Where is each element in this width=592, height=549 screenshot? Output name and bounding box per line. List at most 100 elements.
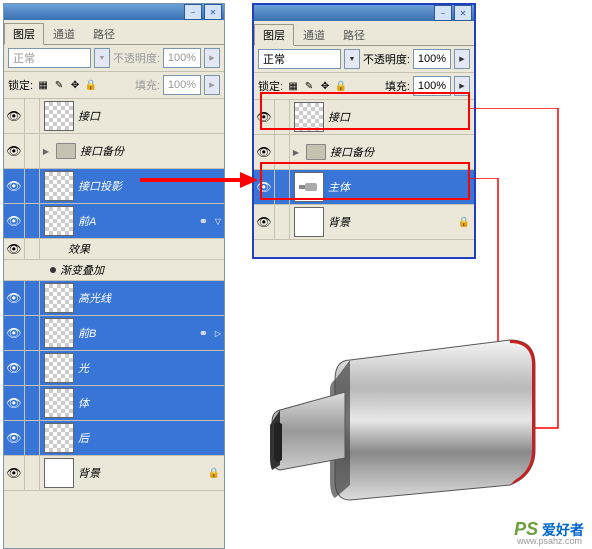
layer-row[interactable]: 👁 高光线 bbox=[4, 281, 224, 316]
lock-paint-icon[interactable]: ✎ bbox=[302, 79, 316, 93]
layer-name[interactable]: 后 bbox=[78, 430, 224, 446]
layer-thumbnail[interactable] bbox=[44, 458, 74, 488]
layer-row[interactable]: 👁 主体 bbox=[254, 170, 474, 205]
layer-name[interactable]: 接口备份 bbox=[330, 144, 474, 160]
lock-move-icon[interactable]: ✥ bbox=[318, 79, 332, 93]
layer-row[interactable]: 👁前B⚭▷ bbox=[4, 316, 224, 351]
opacity-input[interactable]: 100% bbox=[413, 49, 451, 69]
minimize-button[interactable]: − bbox=[184, 4, 202, 20]
fill-input[interactable]: 100% bbox=[413, 76, 451, 96]
close-button[interactable]: ✕ bbox=[204, 4, 222, 20]
layer-row[interactable]: 👁光 bbox=[4, 351, 224, 386]
layer-thumbnail[interactable] bbox=[294, 207, 324, 237]
opacity-input[interactable]: 100% bbox=[163, 48, 201, 68]
fill-input[interactable]: 100% bbox=[163, 75, 201, 95]
layer-name[interactable]: 接口 bbox=[328, 109, 474, 125]
link-cell bbox=[25, 99, 40, 133]
layer-row[interactable]: 👁 接口 bbox=[4, 99, 224, 134]
layer-thumbnail[interactable] bbox=[44, 353, 74, 383]
fill-flyout-icon[interactable]: ▶ bbox=[204, 75, 220, 95]
lock-all-icon[interactable]: 🔒 bbox=[334, 79, 348, 93]
visibility-toggle[interactable]: 👁 bbox=[4, 351, 25, 385]
layer-row[interactable]: 👁 接口投影 bbox=[4, 169, 224, 204]
visibility-toggle[interactable]: 👁 bbox=[254, 205, 275, 239]
effects-triangle-icon[interactable]: ▽ bbox=[212, 217, 224, 226]
link-cell bbox=[25, 239, 40, 259]
layer-thumbnail[interactable] bbox=[44, 171, 74, 201]
layer-name[interactable]: 体 bbox=[78, 395, 224, 411]
lock-paint-icon[interactable]: ✎ bbox=[52, 78, 66, 92]
layer-name[interactable]: 接口备份 bbox=[80, 143, 224, 159]
lock-transparency-icon[interactable]: ▦ bbox=[36, 78, 50, 92]
layer-row[interactable]: 👁背景🔒 bbox=[254, 205, 474, 240]
link-cell bbox=[25, 281, 40, 315]
tab-paths[interactable]: 路径 bbox=[334, 24, 374, 45]
layer-row[interactable]: 👁后 bbox=[4, 421, 224, 456]
layer-thumbnail[interactable] bbox=[294, 102, 324, 132]
layer-thumbnail[interactable] bbox=[44, 206, 74, 236]
layer-name[interactable]: 接口 bbox=[78, 108, 224, 124]
effects-row[interactable]: 👁效果 bbox=[4, 239, 224, 260]
tab-paths[interactable]: 路径 bbox=[84, 23, 124, 44]
visibility-toggle[interactable]: 👁 bbox=[4, 421, 25, 455]
opacity-flyout-icon[interactable]: ▶ bbox=[204, 48, 220, 68]
visibility-toggle[interactable]: 👁 bbox=[4, 281, 25, 315]
lock-all-icon[interactable]: 🔒 bbox=[84, 78, 98, 92]
visibility-toggle[interactable]: 👁 bbox=[4, 134, 25, 168]
lock-move-icon[interactable]: ✥ bbox=[68, 78, 82, 92]
visibility-toggle[interactable]: 👁 bbox=[4, 204, 25, 238]
visibility-toggle[interactable]: 👁 bbox=[4, 316, 25, 350]
layer-row[interactable]: 👁前A⚭▽ bbox=[4, 204, 224, 239]
lock-transparency-icon[interactable]: ▦ bbox=[286, 79, 300, 93]
expand-triangle-icon[interactable]: ▶ bbox=[40, 147, 52, 156]
layer-name[interactable]: 前A bbox=[78, 213, 199, 229]
layer-thumbnail[interactable] bbox=[44, 283, 74, 313]
visibility-toggle[interactable]: 👁 bbox=[254, 100, 275, 134]
tab-layers[interactable]: 图层 bbox=[254, 24, 294, 46]
layer-name[interactable]: 背景 bbox=[78, 465, 208, 481]
layer-thumbnail[interactable] bbox=[44, 388, 74, 418]
layer-name[interactable]: 接口投影 bbox=[78, 178, 224, 194]
lock-row: 锁定: ▦ ✎ ✥ 🔒 填充: 100% ▶ bbox=[4, 72, 224, 99]
layers-list: 👁接口 👁▶接口备份 👁主体 👁背景🔒 bbox=[254, 100, 474, 240]
layer-row[interactable]: 👁体 bbox=[4, 386, 224, 421]
visibility-toggle[interactable]: 👁 bbox=[4, 456, 25, 490]
blend-mode-select[interactable]: 正常 bbox=[258, 49, 341, 69]
effect-item-row[interactable]: 渐变叠加 bbox=[4, 260, 224, 281]
lock-row: 锁定: ▦ ✎ ✥ 🔒 填充: 100% ▶ bbox=[254, 73, 474, 100]
visibility-toggle[interactable]: 👁 bbox=[254, 170, 275, 204]
layer-thumbnail[interactable] bbox=[294, 172, 324, 202]
layer-row[interactable]: 👁背景🔒 bbox=[4, 456, 224, 491]
layer-row[interactable]: 👁 接口 bbox=[254, 100, 474, 135]
visibility-toggle[interactable]: 👁 bbox=[4, 239, 25, 259]
blend-dropdown-icon[interactable]: ▼ bbox=[344, 49, 360, 69]
visibility-toggle[interactable]: 👁 bbox=[4, 99, 25, 133]
layer-row[interactable]: 👁 ▶ 接口备份 bbox=[4, 134, 224, 169]
fill-flyout-icon[interactable]: ▶ bbox=[454, 76, 470, 96]
tab-channels[interactable]: 通道 bbox=[294, 24, 334, 45]
link-cell bbox=[25, 169, 40, 203]
layer-name[interactable]: 背景 bbox=[328, 214, 458, 230]
visibility-toggle[interactable]: 👁 bbox=[4, 169, 25, 203]
visibility-toggle[interactable]: 👁 bbox=[4, 386, 25, 420]
layer-name[interactable]: 前B bbox=[78, 325, 199, 341]
blend-mode-select[interactable]: 正常 bbox=[8, 48, 91, 68]
opacity-flyout-icon[interactable]: ▶ bbox=[454, 49, 470, 69]
blend-dropdown-icon[interactable]: ▼ bbox=[94, 48, 110, 68]
visibility-toggle[interactable]: 👁 bbox=[254, 135, 275, 169]
tab-layers[interactable]: 图层 bbox=[4, 23, 44, 45]
expand-triangle-icon[interactable]: ▶ bbox=[290, 148, 302, 157]
opacity-label: 不透明度: bbox=[113, 50, 160, 66]
layer-name[interactable]: 主体 bbox=[328, 179, 474, 195]
close-button[interactable]: ✕ bbox=[454, 5, 472, 21]
minimize-button[interactable]: − bbox=[434, 5, 452, 21]
effects-triangle-icon[interactable]: ▷ bbox=[212, 329, 224, 338]
layer-name[interactable]: 光 bbox=[78, 360, 224, 376]
tab-channels[interactable]: 通道 bbox=[44, 23, 84, 44]
layer-thumbnail[interactable] bbox=[44, 318, 74, 348]
bullet-icon bbox=[50, 267, 56, 273]
layer-thumbnail[interactable] bbox=[44, 423, 74, 453]
layer-row[interactable]: 👁 ▶ 接口备份 bbox=[254, 135, 474, 170]
layer-name[interactable]: 高光线 bbox=[78, 290, 224, 306]
layer-thumbnail[interactable] bbox=[44, 101, 74, 131]
